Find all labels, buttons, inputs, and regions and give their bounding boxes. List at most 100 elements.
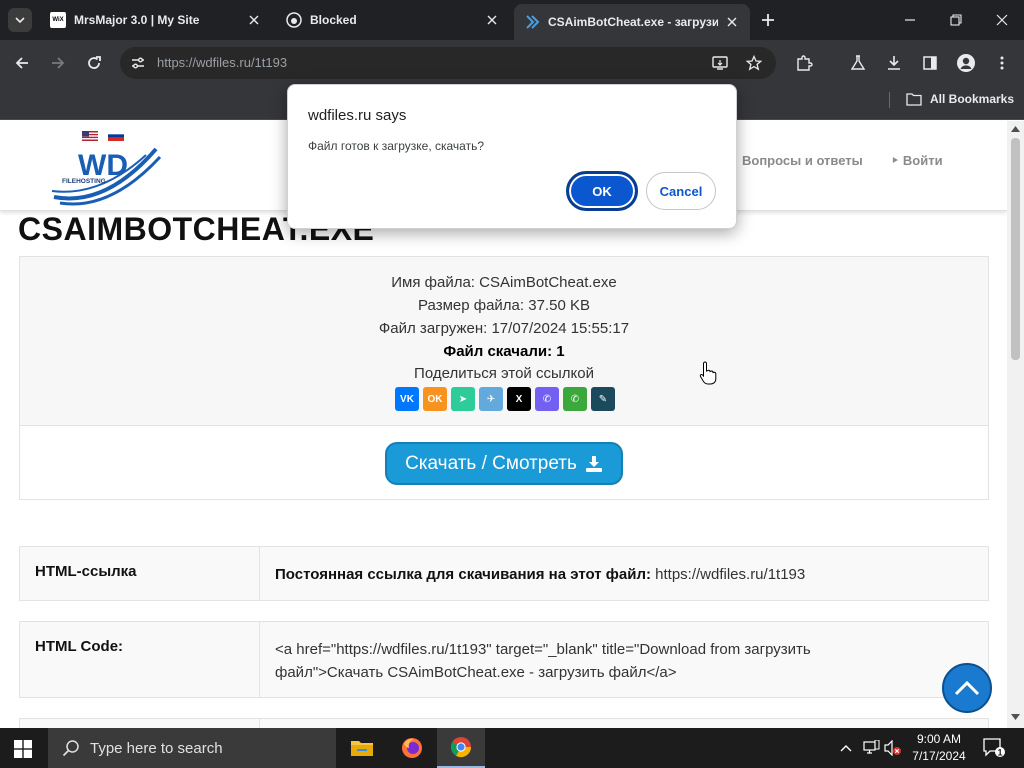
download-button[interactable]: Скачать / Смотреть	[385, 442, 623, 485]
tab-title: Blocked	[310, 13, 357, 27]
site-settings-icon[interactable]	[130, 55, 146, 71]
scroll-down-arrow-icon	[1011, 714, 1020, 720]
file-name-line: Имя файла: CSAimBotCheat.exe	[391, 274, 617, 291]
telegram-icon[interactable]: ✈	[479, 387, 503, 411]
row-value[interactable]: <a href="https://wdfiles.ru/1t193" targe…	[260, 622, 988, 700]
side-panel-button[interactable]	[918, 51, 942, 75]
messenger-icon[interactable]: ➤	[451, 387, 475, 411]
chevron-down-icon	[15, 17, 25, 24]
github-icon	[286, 12, 302, 28]
forward-button[interactable]	[46, 51, 70, 75]
windows-taskbar: Type here to search 9:00 AM 7/17/2024 1	[0, 728, 1024, 768]
ru-flag-icon[interactable]	[108, 131, 124, 141]
clock-date: 7/17/2024	[912, 749, 966, 763]
tab-mrsmajor[interactable]: WiX MrsMajor 3.0 | My Site	[40, 4, 272, 36]
tab-blocked[interactable]: Blocked	[276, 4, 510, 36]
firefox-icon	[402, 738, 422, 758]
scroll-to-top-button[interactable]	[942, 663, 992, 713]
dialog-cancel-button[interactable]: Cancel	[646, 172, 716, 210]
html-code-row: HTML Code: <a href="https://wdfiles.ru/1…	[19, 621, 989, 698]
new-tab-button[interactable]	[758, 10, 778, 30]
file-explorer-icon	[351, 741, 373, 756]
scroll-thumb[interactable]	[1011, 138, 1020, 360]
file-downloads-line: Файл скачали: 1	[443, 343, 565, 360]
kebab-menu-icon	[1000, 56, 1004, 70]
file-info-panel: Имя файла: CSAimBotCheat.exe Размер файл…	[19, 256, 989, 500]
close-tab-icon[interactable]	[724, 14, 740, 30]
html-link-row: HTML-ссылка Постоянная ссылка для скачив…	[19, 546, 989, 601]
taskbar-search-box[interactable]: Type here to search	[48, 728, 336, 768]
labs-button[interactable]	[846, 51, 870, 75]
livejournal-icon[interactable]: ✎	[591, 387, 615, 411]
share-icons: VK OK ➤ ✈ X ✆ ✆ ✎	[395, 387, 615, 411]
browser-toolbar: https://wdfiles.ru/1t193	[0, 40, 1024, 86]
forward-arrow-icon	[52, 57, 65, 69]
bookmark-star-icon[interactable]	[746, 55, 762, 71]
network-icon[interactable]	[862, 740, 880, 756]
whatsapp-icon[interactable]: ✆	[563, 387, 587, 411]
clock-time: 9:00 AM	[916, 732, 962, 746]
site-logo[interactable]: WD FILEHOSTING	[50, 145, 162, 207]
back-button[interactable]	[10, 51, 34, 75]
taskbar-clock[interactable]: 9:00 AM 7/17/2024	[904, 731, 974, 765]
all-bookmarks-label: All Bookmarks	[930, 92, 1015, 106]
install-app-icon[interactable]	[712, 55, 728, 71]
dialog-message: Файл готов к загрузке, скачать?	[308, 139, 485, 153]
taskbar-chrome[interactable]	[437, 728, 485, 768]
reload-button[interactable]	[82, 51, 106, 75]
back-arrow-icon	[15, 57, 28, 69]
file-size-line: Размер файла: 37.50 KB	[418, 297, 590, 314]
taskbar-firefox[interactable]	[388, 728, 436, 768]
next-row	[19, 718, 989, 728]
menu-button[interactable]	[990, 51, 1014, 75]
minimize-button[interactable]	[900, 10, 920, 30]
dialog-ok-button[interactable]: OK	[566, 171, 638, 211]
taskbar-file-explorer[interactable]	[338, 728, 386, 768]
svg-text:1: 1	[997, 748, 1002, 758]
folder-icon	[906, 93, 922, 106]
downloads-button[interactable]	[882, 51, 906, 75]
search-icon	[62, 740, 79, 757]
vk-icon[interactable]: VK	[395, 387, 419, 411]
file-info-details: Имя файла: CSAimBotCheat.exe Размер файл…	[20, 257, 988, 426]
all-bookmarks-button[interactable]: All Bookmarks	[906, 92, 1014, 106]
restore-button[interactable]	[946, 10, 966, 30]
page-scrollbar[interactable]	[1007, 121, 1024, 728]
address-bar[interactable]: https://wdfiles.ru/1t193	[120, 47, 776, 79]
nav-login-link[interactable]: ‣ Войти	[891, 153, 943, 169]
js-confirm-dialog: wdfiles.ru says Файл готов к загрузке, с…	[287, 84, 737, 229]
profile-button[interactable]	[954, 51, 978, 75]
url-text[interactable]: https://wdfiles.ru/1t193	[157, 55, 287, 70]
dialog-title: wdfiles.ru says	[308, 107, 407, 124]
wix-icon: WiX	[50, 12, 66, 28]
search-placeholder: Type here to search	[90, 739, 223, 757]
viber-icon[interactable]: ✆	[535, 387, 559, 411]
extensions-button[interactable]	[792, 51, 816, 75]
windows-start-icon[interactable]	[14, 740, 32, 758]
download-icon	[585, 455, 602, 472]
notification-icon: 1	[983, 738, 1005, 758]
chevron-up-icon[interactable]	[840, 744, 852, 752]
restore-icon	[950, 14, 962, 26]
download-button-label: Скачать / Смотреть	[405, 452, 577, 474]
tab-search-button[interactable]	[8, 8, 32, 32]
flask-icon	[850, 55, 866, 70]
scroll-up-arrow-icon	[1011, 126, 1020, 132]
notification-center-button[interactable]: 1	[983, 738, 1005, 758]
row-value[interactable]: Постоянная ссылка для скачивания на этот…	[260, 547, 988, 602]
row-label: HTML-ссылка	[20, 547, 260, 600]
close-window-button[interactable]	[992, 10, 1012, 30]
plus-icon	[762, 14, 774, 26]
odnoklassniki-icon[interactable]: OK	[423, 387, 447, 411]
close-icon	[996, 14, 1008, 26]
tab-csaimbotcheat[interactable]: CSAimBotCheat.exe - загрузить	[514, 4, 750, 40]
nav-faq-link[interactable]: Вопросы и ответы	[742, 153, 863, 168]
x-icon[interactable]: X	[507, 387, 531, 411]
volume-muted-icon[interactable]	[884, 740, 902, 756]
avatar-icon	[957, 54, 975, 72]
close-tab-icon[interactable]	[484, 12, 500, 28]
chevron-up-icon	[954, 680, 980, 696]
us-flag-icon[interactable]	[82, 131, 98, 141]
close-tab-icon[interactable]	[246, 12, 262, 28]
tab-title: CSAimBotCheat.exe - загрузить	[548, 15, 718, 29]
